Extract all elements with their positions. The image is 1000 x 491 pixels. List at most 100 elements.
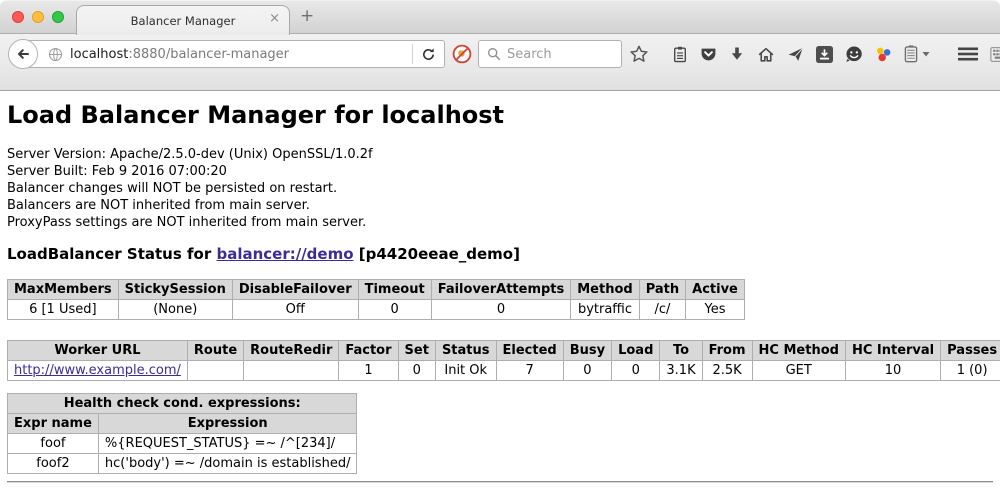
- server-version-line: Server Version: Apache/2.5.0-dev (Unix) …: [7, 146, 993, 163]
- table-cell: 10: [845, 361, 940, 381]
- search-magnifier-icon[interactable]: [487, 47, 501, 61]
- page-content: Load Balancer Manager for localhost Serv…: [0, 101, 1000, 483]
- menu-hamburger-icon[interactable]: [958, 45, 978, 63]
- column-header: Expr name: [8, 414, 99, 434]
- status-prefix: LoadBalancer Status for: [7, 245, 216, 263]
- status-suffix: [p4420eeae_demo]: [354, 245, 520, 263]
- column-header: Set: [398, 341, 435, 361]
- video-download-icon[interactable]: [816, 45, 833, 63]
- minimize-window-button[interactable]: [32, 11, 44, 23]
- tab-balancer-manager[interactable]: Balancer Manager ×: [76, 5, 290, 35]
- pocket-icon[interactable]: [700, 45, 717, 63]
- column-header: Status: [435, 341, 496, 361]
- column-header: Route: [187, 341, 243, 361]
- table-cell: /c/: [639, 300, 685, 320]
- feedback-smiley-icon[interactable]: [845, 45, 863, 63]
- back-arrow-icon: [15, 46, 31, 62]
- column-header: RouteRedir: [244, 341, 339, 361]
- header-row: Expr nameExpression: [8, 414, 357, 434]
- table-cell: bytraffic: [571, 300, 639, 320]
- search-input[interactable]: [507, 47, 607, 62]
- url-path: :8880/balancer-manager: [128, 47, 289, 62]
- table-row: http://www.example.com/10Init Ok7003.1K2…: [8, 361, 1000, 381]
- worker-url-link[interactable]: http://www.example.com/: [14, 363, 181, 378]
- column-header: To: [660, 341, 702, 361]
- new-tab-button[interactable]: +: [300, 8, 314, 25]
- column-header: Worker URL: [8, 341, 188, 361]
- table-cell: Off: [232, 300, 358, 320]
- bookmarks-bar: [0, 74, 1000, 91]
- column-header: Method: [571, 280, 639, 300]
- content-blocked-icon[interactable]: [452, 44, 472, 68]
- column-header: Active: [686, 280, 745, 300]
- column-header: Passes: [941, 341, 1000, 361]
- table-cell: (None): [118, 300, 232, 320]
- table-cell: 2.5K: [702, 361, 752, 381]
- persist-notice-line: Balancer changes will NOT be persisted o…: [7, 180, 993, 197]
- address-bar[interactable]: localhost:8880/balancer-manager: [23, 40, 445, 68]
- url-group: localhost:8880/balancer-manager: [8, 40, 445, 68]
- url-text: localhost:8880/balancer-manager: [70, 47, 289, 62]
- keyboard-grid-icon[interactable]: [990, 45, 1000, 63]
- close-window-button[interactable]: [12, 11, 24, 23]
- header-row: MaxMembersStickySessionDisableFailoverTi…: [8, 280, 745, 300]
- bookmark-star-icon[interactable]: [630, 45, 648, 63]
- column-header: Factor: [339, 341, 398, 361]
- table-cell: 0: [358, 300, 431, 320]
- reload-icon[interactable]: [421, 47, 436, 62]
- column-header: MaxMembers: [8, 280, 119, 300]
- table-cell: %{REQUEST_STATUS} =~ /^[234]/: [98, 434, 357, 454]
- table-row: 6 [1 Used](None)Off00bytraffic/c/Yes: [8, 300, 745, 320]
- proxypass-notice-line: ProxyPass settings are NOT inherited fro…: [7, 214, 993, 231]
- table-cell: Yes: [686, 300, 745, 320]
- table-cell: [187, 361, 243, 381]
- column-header: Load: [612, 341, 660, 361]
- server-info: Server Version: Apache/2.5.0-dev (Unix) …: [7, 146, 993, 231]
- page-title: Load Balancer Manager for localhost: [7, 101, 993, 129]
- toolbar-icons: [630, 34, 994, 74]
- balancer-settings-table: MaxMembersStickySessionDisableFailoverTi…: [7, 279, 745, 320]
- inherit-notice-line: Balancers are NOT inherited from main se…: [7, 197, 993, 214]
- table-cell: 7: [496, 361, 563, 381]
- column-header: HC Method: [752, 341, 845, 361]
- table-cell: GET: [752, 361, 845, 381]
- column-header: FailoverAttempts: [431, 280, 571, 300]
- back-button[interactable]: [8, 39, 38, 69]
- search-bar[interactable]: [478, 40, 622, 68]
- dropdown-caret-icon[interactable]: [922, 45, 930, 63]
- footer-rule: [7, 481, 993, 483]
- battery-icon[interactable]: [904, 45, 918, 63]
- navigation-toolbar: localhost:8880/balancer-manager: [0, 34, 1000, 74]
- downloads-icon[interactable]: [729, 45, 745, 63]
- table-row: foof%{REQUEST_STATUS} =~ /^[234]/: [8, 434, 357, 454]
- site-identity-globe-icon[interactable]: [48, 47, 63, 62]
- column-header: Timeout: [358, 280, 431, 300]
- tab-close-icon[interactable]: ×: [269, 12, 280, 25]
- bookmarks-clipboard-icon[interactable]: [672, 45, 688, 63]
- send-plane-icon[interactable]: [787, 45, 804, 63]
- balancer-demo-link[interactable]: balancer://demo: [216, 245, 353, 263]
- table-cell: Init Ok: [435, 361, 496, 381]
- table-cell: 1: [339, 361, 398, 381]
- table-cell: 3.1K: [660, 361, 702, 381]
- column-header: StickySession: [118, 280, 232, 300]
- table-cell: [244, 361, 339, 381]
- column-header: DisableFailover: [232, 280, 358, 300]
- reload-area: [412, 44, 436, 64]
- table-cell: foof: [8, 434, 99, 454]
- browser-window: Balancer Manager × + localhost:8880/bala…: [0, 0, 1000, 491]
- zoom-window-button[interactable]: [52, 11, 64, 23]
- column-header: Expression: [98, 414, 357, 434]
- header-row: Worker URLRouteRouteRedirFactorSetStatus…: [8, 341, 1000, 361]
- column-header: Path: [639, 280, 685, 300]
- table-cell: 6 [1 Used]: [8, 300, 119, 320]
- url-host: localhost: [70, 47, 128, 62]
- colored-dots-icon[interactable]: [875, 45, 892, 63]
- table-cell: foof2: [8, 454, 99, 474]
- window-controls: [12, 11, 64, 23]
- worker-status-table: Worker URLRouteRouteRedirFactorSetStatus…: [7, 340, 1000, 381]
- tab-title: Balancer Manager: [131, 14, 236, 28]
- home-icon[interactable]: [757, 45, 775, 63]
- loadbalancer-status-heading: LoadBalancer Status for balancer://demo …: [7, 245, 993, 263]
- column-header: From: [702, 341, 752, 361]
